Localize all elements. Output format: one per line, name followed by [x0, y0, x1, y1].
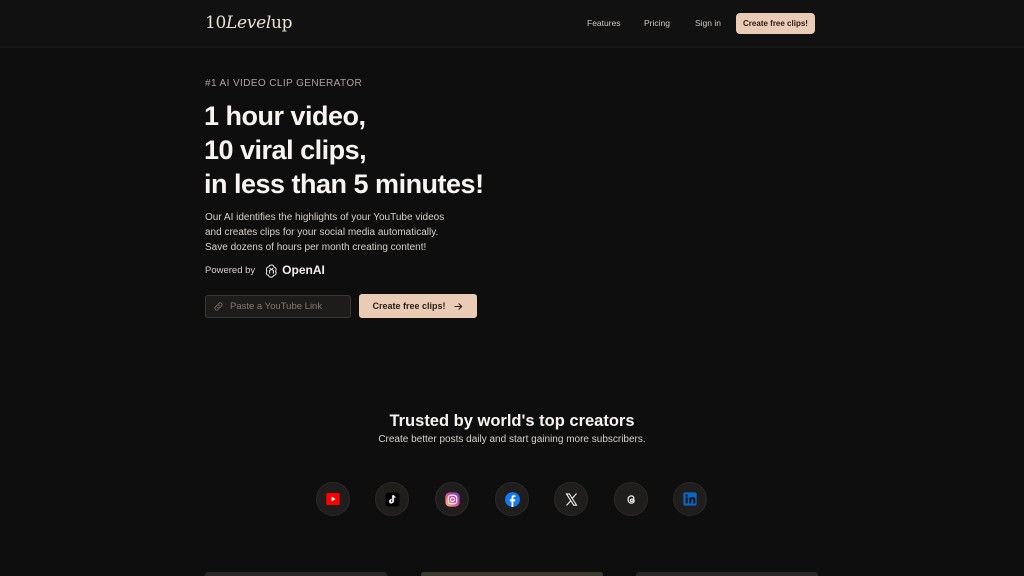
- link-icon: [214, 302, 223, 311]
- description-line-2: and creates clips for your social media …: [205, 227, 439, 238]
- hero-eyebrow: #1 AI VIDEO CLIP GENERATOR: [205, 78, 363, 89]
- arrow-right-icon: [453, 302, 462, 310]
- youtube-link-field[interactable]: [205, 295, 351, 318]
- x-icon: [564, 492, 578, 506]
- instagram-icon: [444, 491, 460, 507]
- threads-icon: [626, 494, 635, 504]
- clip-preview-card[interactable]: [205, 572, 387, 576]
- youtube-icon: [326, 493, 340, 505]
- hero-headline: 1 hour video, 10 viral clips, in less th…: [204, 99, 484, 201]
- trusted-title: Trusted by world's top creators: [389, 412, 635, 430]
- facebook-icon: [504, 491, 520, 507]
- headline-line-2: 10 viral clips,: [204, 135, 367, 165]
- nav-pricing-link[interactable]: Pricing: [644, 18, 670, 28]
- instagram-link[interactable]: [435, 482, 469, 516]
- logo-suffix: up: [271, 13, 293, 33]
- youtube-link[interactable]: [316, 482, 350, 516]
- tiktok-link[interactable]: [375, 482, 409, 516]
- nav-sign-in-link[interactable]: Sign in: [695, 18, 721, 28]
- top-navbar: 10Levelup Features Pricing Sign in Creat…: [0, 0, 1024, 48]
- create-clips-button[interactable]: Create free clips!: [359, 294, 477, 318]
- linkedin-icon: [683, 492, 697, 506]
- openai-icon: [266, 263, 277, 278]
- powered-by-label: Powered by: [205, 264, 256, 276]
- powered-by: Powered by OpenAI: [205, 262, 325, 278]
- headline-line-1: 1 hour video,: [204, 101, 366, 131]
- headline-line-3: in less than 5 minutes!: [204, 169, 484, 199]
- header-create-clips-button[interactable]: Create free clips!: [736, 13, 815, 34]
- hero-description: Our AI identifies the highlights of your…: [205, 210, 444, 255]
- clip-preview-card[interactable]: [636, 572, 818, 576]
- nav-features-link[interactable]: Features: [587, 18, 621, 28]
- create-clips-label: Create free clips!: [372, 301, 446, 311]
- description-line-3: Save dozens of hours per month creating …: [205, 242, 427, 253]
- threads-link[interactable]: [614, 482, 648, 516]
- linkedin-link[interactable]: [673, 482, 707, 516]
- x-link[interactable]: [554, 482, 588, 516]
- logo[interactable]: 10Levelup: [205, 13, 293, 33]
- openai-brand: OpenAI: [264, 263, 325, 278]
- openai-label: OpenAI: [282, 263, 325, 277]
- trusted-subtitle: Create better posts daily and start gain…: [378, 434, 646, 445]
- youtube-link-input[interactable]: [230, 301, 340, 312]
- clip-preview-card[interactable]: [421, 572, 603, 576]
- logo-level: Level: [226, 13, 271, 33]
- logo-prefix: 10: [205, 13, 227, 33]
- facebook-link[interactable]: [495, 482, 529, 516]
- tiktok-icon: [385, 492, 399, 506]
- description-line-1: Our AI identifies the highlights of your…: [205, 212, 445, 223]
